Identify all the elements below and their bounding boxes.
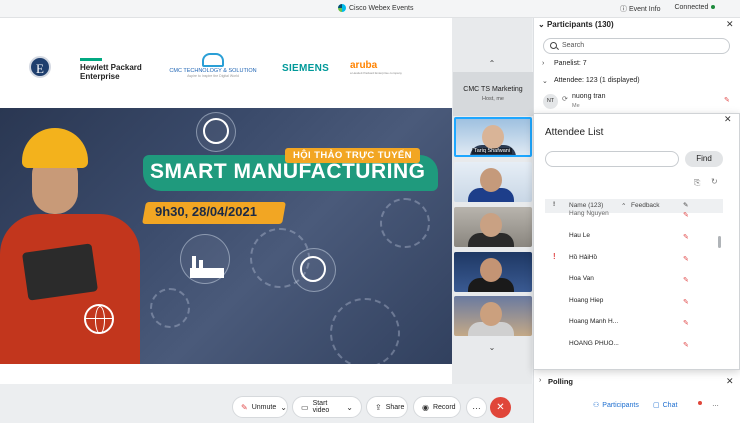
refresh-icon[interactable]: ↻ xyxy=(711,177,718,186)
attendee-group[interactable]: Attendee: 123 (1 displayed) xyxy=(554,77,640,84)
chevron-right-icon[interactable]: › xyxy=(539,377,541,384)
participant-role: Me xyxy=(572,103,580,109)
polling-section[interactable]: Polling xyxy=(548,377,573,386)
chat-button[interactable]: ▢ Chat xyxy=(653,401,677,410)
mic-muted-icon: ✎ xyxy=(683,342,689,349)
chevron-up-icon[interactable]: ⌃ xyxy=(488,60,496,68)
aruba-logo: aruba a Hewlett Packard Enterprise compa… xyxy=(350,60,402,75)
list-item[interactable]: Hoang Manh H... xyxy=(569,318,618,325)
share-button[interactable]: ⇪ Share xyxy=(366,396,408,418)
video-tile[interactable] xyxy=(454,207,532,247)
video-tile[interactable] xyxy=(454,252,532,292)
participants-button[interactable]: ⚇ Participants xyxy=(593,401,639,410)
sort-caret-icon: ⌃ xyxy=(621,203,627,210)
notification-dot xyxy=(698,401,702,405)
participant-name: nuong tran xyxy=(572,93,606,100)
feedback-column[interactable]: Feedback xyxy=(631,202,660,209)
mic-muted-icon[interactable]: ✎ xyxy=(724,96,730,104)
slide-date: 9h30, 28/04/2021 xyxy=(155,204,257,219)
list-item[interactable]: Hoang Hiep xyxy=(569,297,603,304)
slide-banner: HỘI THẢO TRỰC TUYẾN SMART MANUFACTURING … xyxy=(0,108,452,364)
mic-muted-icon: ✎ xyxy=(683,277,689,284)
avatar: NT xyxy=(543,94,558,109)
chevron-down-icon[interactable]: ⌄ xyxy=(542,77,548,85)
close-icon[interactable]: ✕ xyxy=(724,114,732,125)
close-icon[interactable]: ✕ xyxy=(726,376,734,387)
share-icon: ⇪ xyxy=(375,402,382,412)
webex-logo-icon xyxy=(338,4,346,12)
mic-muted-icon: ✎ xyxy=(683,212,689,219)
find-button[interactable]: Find xyxy=(685,151,723,167)
connection-status: Connected xyxy=(674,4,716,14)
record-icon: ◉ xyxy=(422,402,429,412)
export-icon[interactable]: ⎘ xyxy=(694,178,700,188)
chevron-down-icon[interactable]: ⌄ xyxy=(346,403,353,412)
status-dot-icon xyxy=(711,5,716,10)
worker-illustration xyxy=(0,128,140,364)
find-input[interactable] xyxy=(545,151,679,167)
mic-muted-icon: ✎ xyxy=(241,402,248,412)
dialog-title: Attendee List xyxy=(545,127,604,138)
mic-muted-icon: ✎ xyxy=(683,234,689,241)
start-video-button[interactable]: ▭ Start video ⌄ xyxy=(292,396,362,418)
participant-search-input[interactable]: Search xyxy=(543,38,730,54)
worker-icon xyxy=(203,118,229,144)
mic-icon: ✎ xyxy=(683,202,689,209)
unmute-button[interactable]: ✎ Unmute ⌄ xyxy=(232,396,288,418)
video-tile[interactable]: Tariq Shafwani xyxy=(454,117,532,157)
factory-icon xyxy=(190,254,224,278)
search-icon xyxy=(550,42,557,49)
more-options-button[interactable]: … xyxy=(466,397,487,418)
list-item[interactable]: Hang Nguyen xyxy=(569,210,609,217)
close-icon[interactable]: ✕ xyxy=(726,19,734,30)
stage-host-tile[interactable]: CMC TS Marketing Host, me xyxy=(453,72,533,116)
chevron-right-icon[interactable]: › xyxy=(542,60,544,67)
event-info-button[interactable]: ⓘ Event Info xyxy=(620,4,660,14)
cmc-logo: CMC TECHNOLOGY & SOLUTION Aspire to Insp… xyxy=(168,53,258,78)
mic-muted-icon: ✎ xyxy=(683,299,689,306)
participants-header[interactable]: ⌄ Participants (130) xyxy=(538,20,614,29)
video-tile[interactable] xyxy=(454,296,532,336)
warning-icon: ! xyxy=(553,252,556,261)
more-options-button[interactable]: … xyxy=(712,401,719,408)
e-logo: E xyxy=(29,56,51,78)
list-item[interactable]: Hoa Van xyxy=(569,275,594,282)
hpe-logo: Hewlett Packard Enterprise xyxy=(80,58,142,81)
mic-muted-icon: ✎ xyxy=(683,320,689,327)
record-button[interactable]: ◉ Record xyxy=(413,396,461,418)
chevron-down-icon[interactable]: ⌄ xyxy=(280,403,287,412)
leave-event-button[interactable]: ✕ xyxy=(490,397,511,418)
list-item[interactable]: Hồ HảiHồ xyxy=(569,254,597,261)
chevron-down-icon[interactable]: ⌄ xyxy=(488,344,496,352)
robot-arm-icon xyxy=(300,256,326,282)
list-item[interactable]: Hau Le xyxy=(569,232,590,239)
chat-icon: ▢ xyxy=(653,402,660,409)
video-icon: ▭ xyxy=(301,402,309,412)
sort-name-column[interactable]: Name (123) xyxy=(569,202,603,209)
connection-icon: ⟳ xyxy=(562,96,568,103)
panelist-group[interactable]: Panelist: 7 xyxy=(554,60,587,67)
warning-icon: ! xyxy=(553,201,556,208)
siemens-logo: SIEMENS xyxy=(282,63,330,74)
list-item[interactable]: HOANG PHUO... xyxy=(569,340,619,347)
title-bar: Cisco Webex Events ⓘ Event Info Connecte… xyxy=(0,0,740,18)
people-icon: ⚇ xyxy=(593,402,600,409)
list-scrollbar[interactable] xyxy=(718,236,721,248)
mic-muted-icon: ✎ xyxy=(683,256,689,263)
slide-title: SMART MANUFACTURING xyxy=(150,160,426,183)
video-tile[interactable] xyxy=(454,162,532,202)
globe-icon xyxy=(84,304,114,334)
app-title: Cisco Webex Events xyxy=(338,4,413,12)
